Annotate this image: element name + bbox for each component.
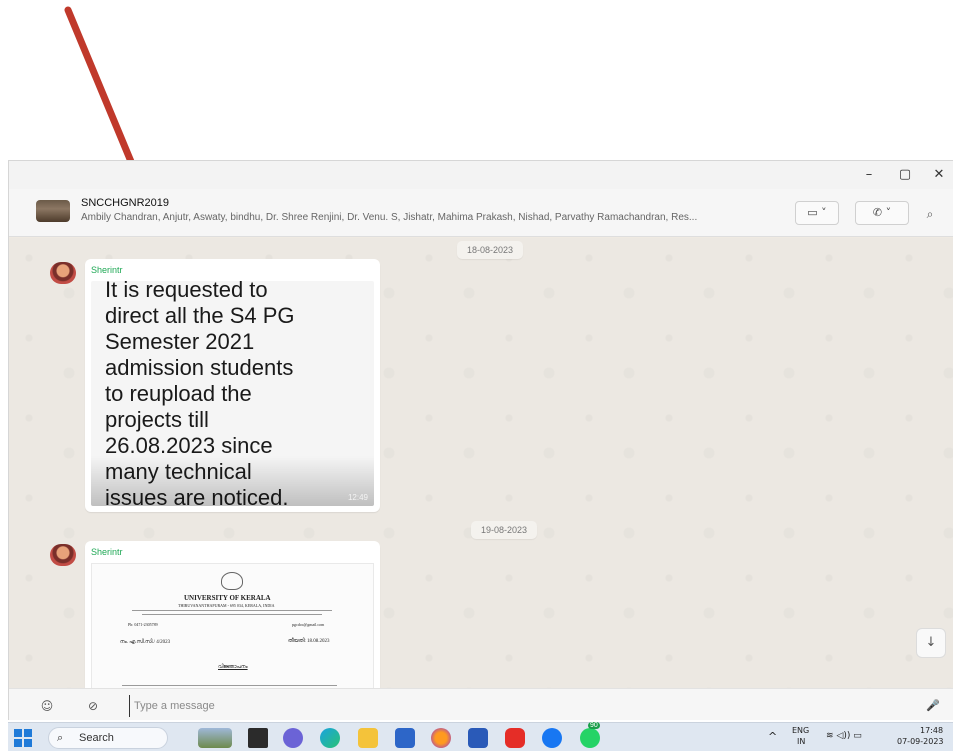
doc-date: തീയതി: 18.08.2023	[288, 639, 330, 644]
phone-icon: ✆ ˅	[872, 206, 892, 219]
group-members[interactable]: Ambily Chandran, Anjutr, Aswaty, bindhu,…	[81, 212, 801, 223]
message-time: 12:49	[347, 493, 368, 502]
arrow-down-icon: ↓	[925, 635, 937, 650]
clock-date[interactable]: 07-09-2023	[897, 737, 944, 746]
message-composer: ☺ ⊘ 🎤	[9, 688, 953, 720]
language-indicator[interactable]: ENG	[792, 726, 809, 735]
group-avatar[interactable]	[36, 200, 70, 222]
search-chat-button[interactable]: ⌕	[917, 203, 943, 225]
notification-badge: 90	[588, 722, 600, 729]
sender-name[interactable]: Sherintr	[91, 265, 123, 275]
date-separator: 19-08-2023	[471, 521, 538, 539]
search-icon: ⌕	[926, 207, 934, 221]
tray-chevron-icon[interactable]: ^	[768, 730, 777, 743]
doc-subject: വിജ്ഞാപനം	[218, 665, 248, 670]
sender-avatar[interactable]	[50, 262, 76, 284]
group-name[interactable]: SNCCHGNR2019	[81, 197, 169, 209]
clock-time[interactable]: 17:48	[920, 726, 943, 735]
search-icon: ⌕	[57, 731, 64, 744]
doc-rule	[142, 614, 322, 615]
voice-call-button[interactable]: ✆ ˅	[855, 201, 909, 225]
doc-rule	[132, 610, 332, 611]
sender-name[interactable]: Sherintr	[91, 547, 123, 557]
doc-email: pgcdoc@gmail.com	[292, 622, 325, 627]
screenshot-stage: – ▢ ✕ SNCCHGNR2019 Ambily Chandran, Anju…	[0, 0, 953, 751]
chat-icon[interactable]	[283, 728, 303, 748]
firefox-icon[interactable]	[431, 728, 451, 748]
network-volume-battery-icon[interactable]: ≋ ◁)) ▭	[826, 731, 862, 741]
chat-header[interactable]: SNCCHGNR2019 Ambily Chandran, Anjutr, As…	[9, 189, 953, 237]
file-explorer-icon[interactable]	[248, 728, 268, 748]
facebook-icon[interactable]	[542, 728, 562, 748]
edge-icon[interactable]	[320, 728, 340, 748]
doc-subheading: THIRUVANANTHAPURAM - 695 034, KERALA, IN…	[178, 603, 275, 608]
message-input[interactable]	[129, 695, 769, 717]
document-preview[interactable]: UNIVERSITY OF KERALA THIRUVANANTHAPURAM …	[91, 563, 374, 688]
emoji-icon[interactable]: ☺	[37, 696, 57, 716]
folder-icon[interactable]	[358, 728, 378, 748]
maximize-button[interactable]: ▢	[887, 163, 923, 187]
doc-ref-no: നം. എ.സി.സി./ 4/2023	[120, 640, 171, 645]
doc-phone: Ph: 0471-2305789	[128, 622, 158, 627]
windows-taskbar: ⌕ Search 90 ^ ENG IN ≋ ◁)) ▭ 17:48 07-09…	[8, 722, 953, 751]
video-call-button[interactable]: ▭ ˅	[795, 201, 839, 225]
sender-avatar[interactable]	[50, 544, 76, 566]
word-icon[interactable]	[468, 728, 488, 748]
taskbar-search-label: Search	[79, 732, 114, 744]
message-image[interactable]: It is requested to direct all the S4 PG …	[91, 281, 374, 506]
doc-rule	[122, 685, 337, 686]
store-icon[interactable]	[395, 728, 415, 748]
image-shade	[91, 456, 374, 506]
language-region[interactable]: IN	[797, 737, 805, 746]
minimize-button[interactable]: –	[851, 163, 887, 187]
message-list[interactable]: 18-08-2023 Sherintr It is requested to d…	[9, 238, 953, 688]
microphone-icon[interactable]: 🎤	[923, 696, 943, 716]
university-emblem-icon	[221, 572, 243, 590]
youtube-icon[interactable]	[505, 728, 525, 748]
title-bar: – ▢ ✕	[9, 161, 953, 189]
whatsapp-icon[interactable]: 90	[580, 722, 600, 748]
whatsapp-window: – ▢ ✕ SNCCHGNR2019 Ambily Chandran, Anju…	[8, 160, 953, 720]
close-button[interactable]: ✕	[921, 163, 953, 187]
taskbar-search[interactable]: ⌕ Search	[48, 727, 168, 749]
doc-heading: UNIVERSITY OF KERALA	[184, 594, 271, 602]
date-separator: 18-08-2023	[457, 241, 524, 259]
video-icon: ▭ ˅	[807, 206, 827, 219]
scroll-down-button[interactable]: ↓	[916, 628, 946, 658]
attach-icon[interactable]: ⊘	[83, 696, 103, 716]
landscape-widget-icon[interactable]	[198, 728, 232, 748]
start-button[interactable]	[14, 729, 32, 747]
